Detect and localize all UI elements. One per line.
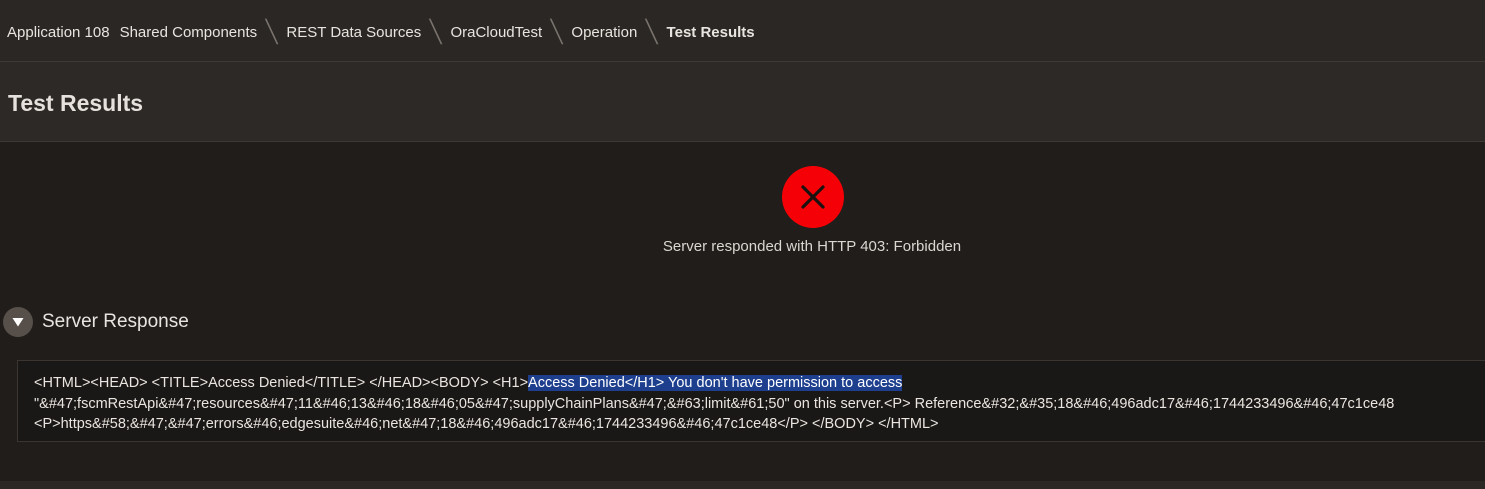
top-bar: Application 108 Shared Components ╲ REST… xyxy=(0,0,1485,62)
breadcrumb-separator-icon: ╲ xyxy=(550,19,563,44)
region-title: Server Response xyxy=(42,311,189,332)
breadcrumb-separator-icon: ╲ xyxy=(265,19,278,44)
breadcrumb-oracloudtest[interactable]: OraCloudTest xyxy=(450,24,542,41)
breadcrumb-operation[interactable]: Operation xyxy=(571,24,637,41)
response-text-after: "&#47;fscmRestApi&#47;resources&#47;11&#… xyxy=(34,395,1395,433)
response-text-before: <HTML><HEAD> <TITLE>Access Denied</TITLE… xyxy=(34,375,529,391)
breadcrumb-test-results: Test Results xyxy=(666,23,755,41)
breadcrumb-shared-components[interactable]: Shared Components xyxy=(120,24,258,41)
breadcrumb-application[interactable]: Application 108 xyxy=(7,24,110,41)
error-x-icon xyxy=(782,166,844,228)
breadcrumb-separator-icon: ╲ xyxy=(429,19,442,44)
title-region: Test Results xyxy=(0,62,1485,142)
breadcrumb-rest-data-sources[interactable]: REST Data Sources xyxy=(286,24,421,41)
breadcrumb-separator-icon: ╲ xyxy=(645,19,658,44)
close-x-glyph xyxy=(801,185,825,209)
page-title: Test Results xyxy=(8,90,144,116)
status-message: Server responded with HTTP 403: Forbidde… xyxy=(662,238,962,255)
server-response-header: Server Response xyxy=(3,306,189,338)
triangle-down-icon xyxy=(12,318,24,327)
response-text-selected: Access Denied</H1> You don't have permis… xyxy=(528,375,903,391)
breadcrumb: Application 108 Shared Components ╲ REST… xyxy=(7,20,755,44)
collapse-toggle-button[interactable] xyxy=(3,307,33,337)
bottom-strip xyxy=(0,481,1485,489)
server-response-body[interactable]: <HTML><HEAD> <TITLE>Access Denied</TITLE… xyxy=(17,360,1485,442)
